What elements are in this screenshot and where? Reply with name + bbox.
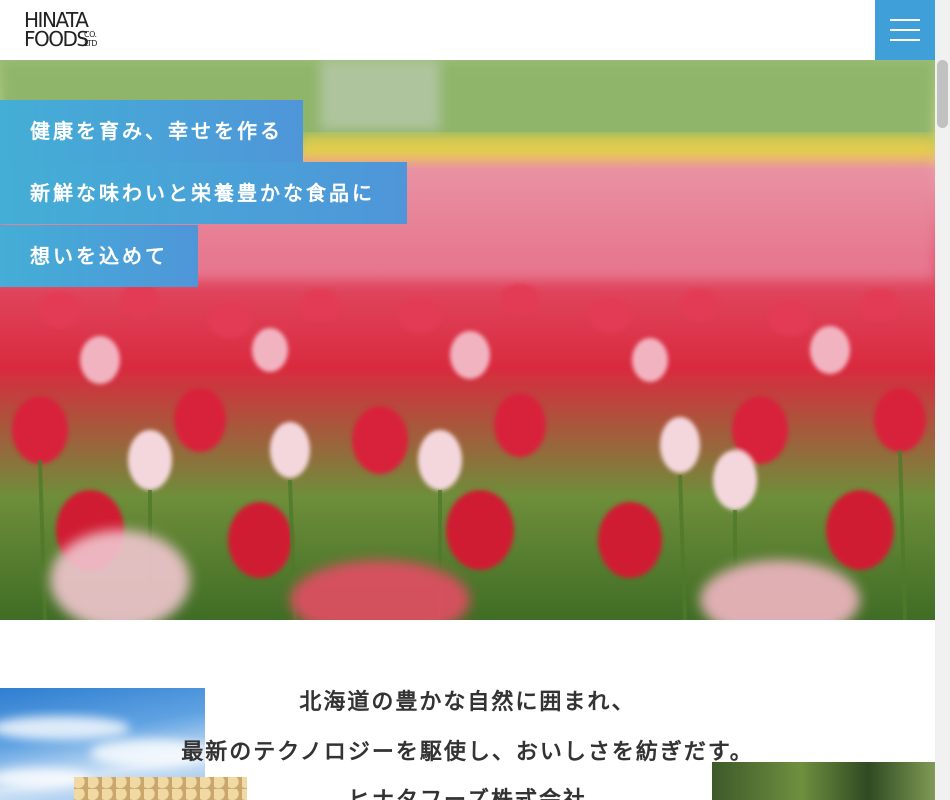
logo-co: CO. bbox=[84, 30, 97, 39]
hero-image-tulips: 健康を育み、幸せを作る 新鮮な味わいと栄養豊かな食品に 想いを込めて bbox=[0, 60, 935, 620]
hero-catchphrase-3: 想いを込めて bbox=[0, 225, 198, 287]
logo-co-ltd: CO. LTD bbox=[84, 30, 97, 48]
intro-line-1: 北海道の豊かな自然に囲まれ、 bbox=[299, 690, 636, 715]
page-scrollbar[interactable] bbox=[935, 0, 950, 800]
site-header: HINATA FOODS CO. LTD bbox=[0, 0, 935, 60]
hero-catchphrase-1: 健康を育み、幸せを作る bbox=[0, 100, 303, 162]
hero-catchphrase-2: 新鮮な味わいと栄養豊かな食品に bbox=[0, 162, 407, 224]
logo-text-line2: FOODS bbox=[24, 27, 89, 51]
scrollbar-thumb[interactable] bbox=[937, 60, 948, 128]
intro-company-name: ヒナタフーズ株式会社 bbox=[0, 782, 935, 800]
intro-line-2: 最新のテクノロジーを駆使し、おいしさを紡ぎだす。 bbox=[181, 740, 754, 765]
logo-ltd: LTD bbox=[84, 39, 97, 48]
hinata-foods-logo[interactable]: HINATA FOODS CO. LTD bbox=[24, 10, 104, 52]
menu-button[interactable] bbox=[875, 0, 935, 60]
